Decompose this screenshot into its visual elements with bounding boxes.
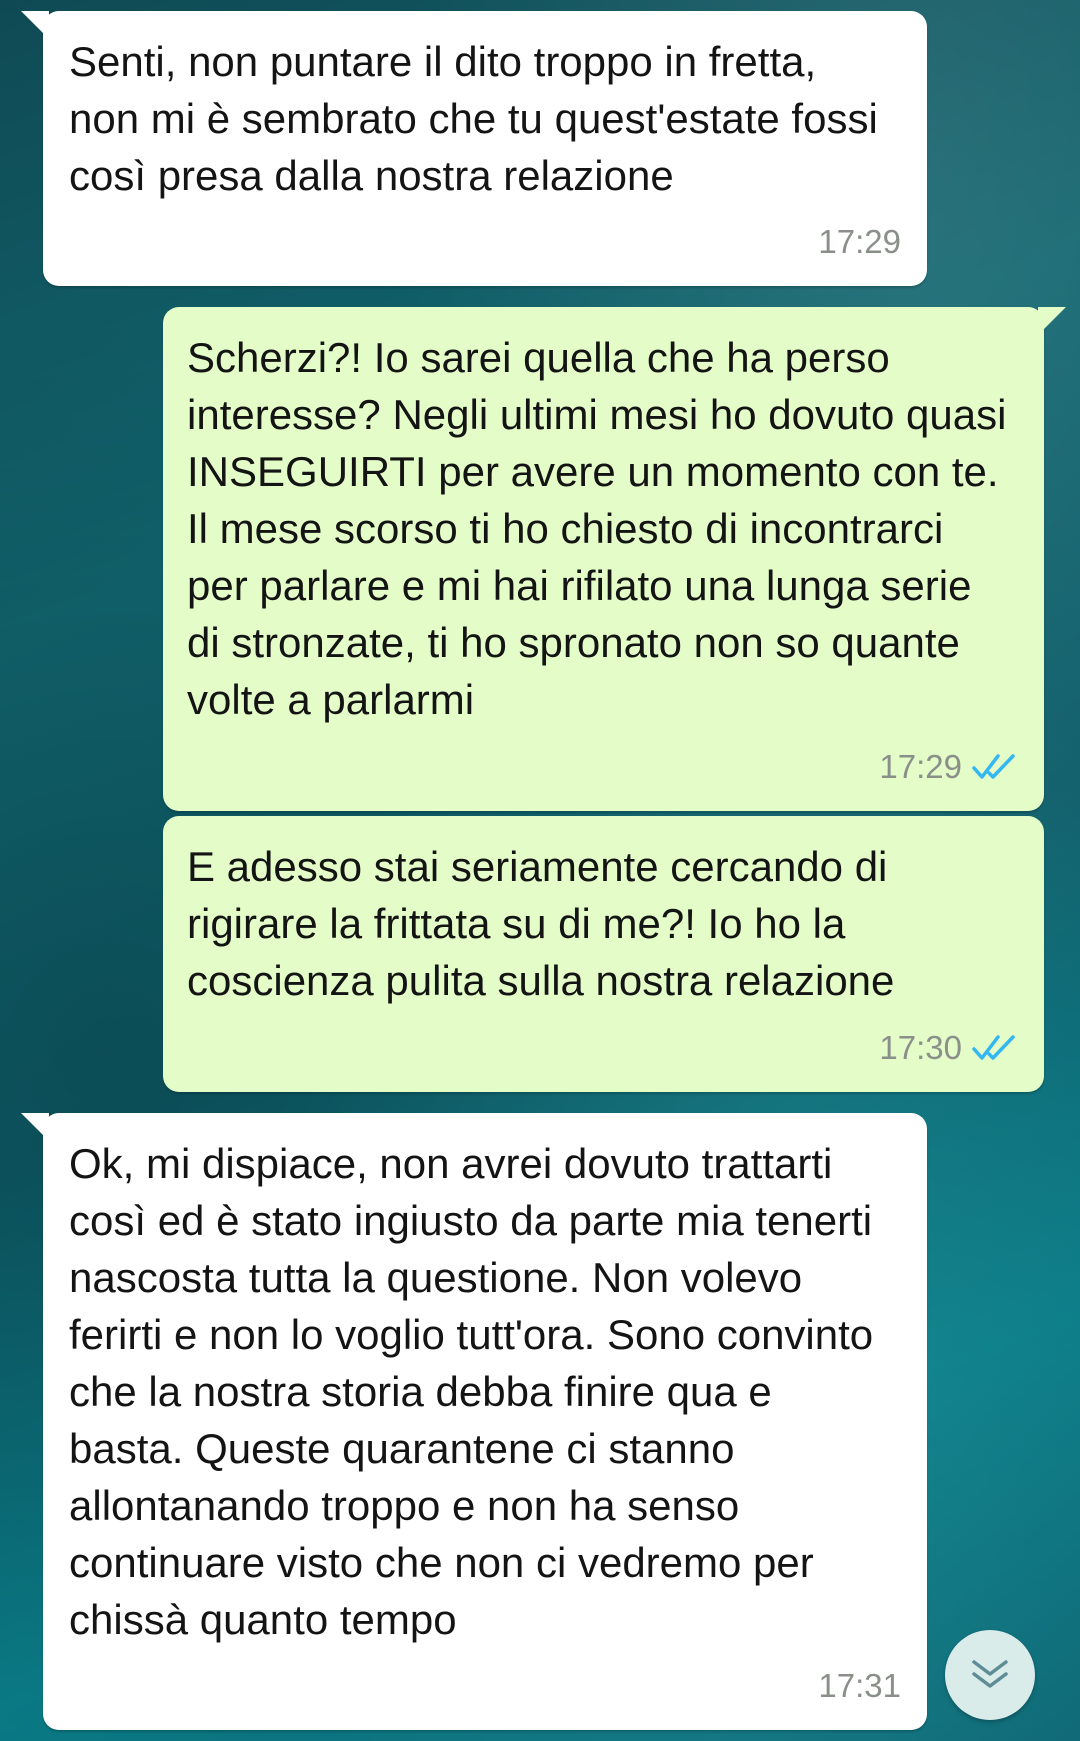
message-text: E adesso stai seriamente cercando di rig… [187,843,895,1004]
double-check-icon [972,1034,1015,1060]
message-bubble-outgoing[interactable]: Scherzi?! Io sarei quella che ha perso i… [163,307,1066,811]
bubble-tail [1038,307,1066,335]
double-chevron-down-icon [972,1660,1008,1688]
message-meta: 17:31 [818,1657,901,1714]
chat-conversation[interactable]: Senti, non puntare il dito troppo in fre… [0,0,1080,1741]
message-bubble-incoming[interactable]: Senti, non puntare il dito troppo in fre… [21,11,927,286]
message-text: Senti, non puntare il dito troppo in fre… [69,38,878,199]
bubble-tail [21,11,49,39]
bubble-tail [21,1113,49,1141]
message-time: 17:31 [818,1667,901,1704]
message-bubble-outgoing[interactable]: E adesso stai seriamente cercando di rig… [163,816,1044,1092]
scroll-to-bottom-button[interactable] [945,1630,1035,1720]
message-text: Ok, mi dispiace, non avrei dovuto tratta… [69,1140,874,1643]
message-text: Scherzi?! Io sarei quella che ha perso i… [187,334,1007,723]
double-check-icon [972,753,1015,779]
message-meta: 17:29 [879,738,1018,795]
message-bubble-incoming[interactable]: Ok, mi dispiace, non avrei dovuto tratta… [21,1113,927,1730]
message-meta: 17:29 [818,213,901,270]
message-time: 17:29 [879,748,962,785]
message-time: 17:29 [818,223,901,260]
message-time: 17:30 [879,1029,962,1066]
message-meta: 17:30 [879,1019,1018,1076]
